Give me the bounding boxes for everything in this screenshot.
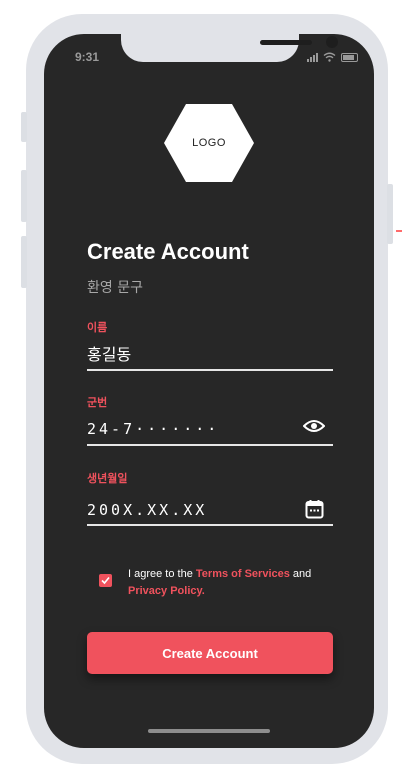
edge-marker	[396, 230, 402, 232]
page-title: Create Account	[87, 239, 249, 264]
check-icon	[101, 576, 110, 585]
speaker	[260, 40, 312, 45]
birthdate-underline	[87, 524, 333, 526]
birthdate-label: 생년월일	[87, 472, 128, 485]
name-field[interactable]: 홍길동	[87, 341, 131, 365]
create-account-button[interactable]: Create Account	[87, 632, 333, 674]
logo-text: LOGO	[192, 137, 226, 149]
phone-screen: 9:31 LOGO Create Account 환영 문구 이름 홍길동 군번…	[44, 34, 374, 748]
id-number-label: 군번	[87, 396, 108, 409]
name-underline	[87, 369, 333, 371]
wifi-icon	[323, 52, 336, 62]
id-number-field[interactable]: 24-7·······	[87, 420, 219, 438]
battery-icon	[341, 52, 358, 62]
status-icons	[307, 52, 358, 62]
name-label: 이름	[87, 321, 108, 334]
status-time: 9:31	[75, 50, 100, 64]
agreement-middle: and	[289, 568, 312, 580]
front-camera	[326, 36, 338, 48]
agree-checkbox[interactable]	[99, 574, 112, 587]
calendar-icon[interactable]	[305, 499, 324, 519]
birthdate-field[interactable]: 200X.XX.XX	[87, 501, 207, 519]
volume-up-button	[21, 170, 27, 222]
eye-icon[interactable]	[303, 419, 325, 433]
volume-down-button	[21, 236, 27, 288]
terms-of-service-link[interactable]: Terms of Services	[196, 568, 290, 580]
notch	[121, 34, 338, 62]
signal-icon	[307, 52, 318, 62]
id-number-underline	[87, 444, 333, 446]
power-button	[387, 184, 393, 244]
privacy-policy-link[interactable]: Privacy Policy.	[128, 585, 205, 597]
home-indicator	[148, 729, 270, 733]
mute-switch	[21, 112, 27, 142]
agreement-text: I agree to the Terms of Services and Pri…	[128, 566, 338, 600]
page-subtitle: 환영 문구	[87, 280, 143, 296]
agreement-prefix: I agree to the	[128, 568, 196, 580]
logo: LOGO	[164, 104, 254, 182]
